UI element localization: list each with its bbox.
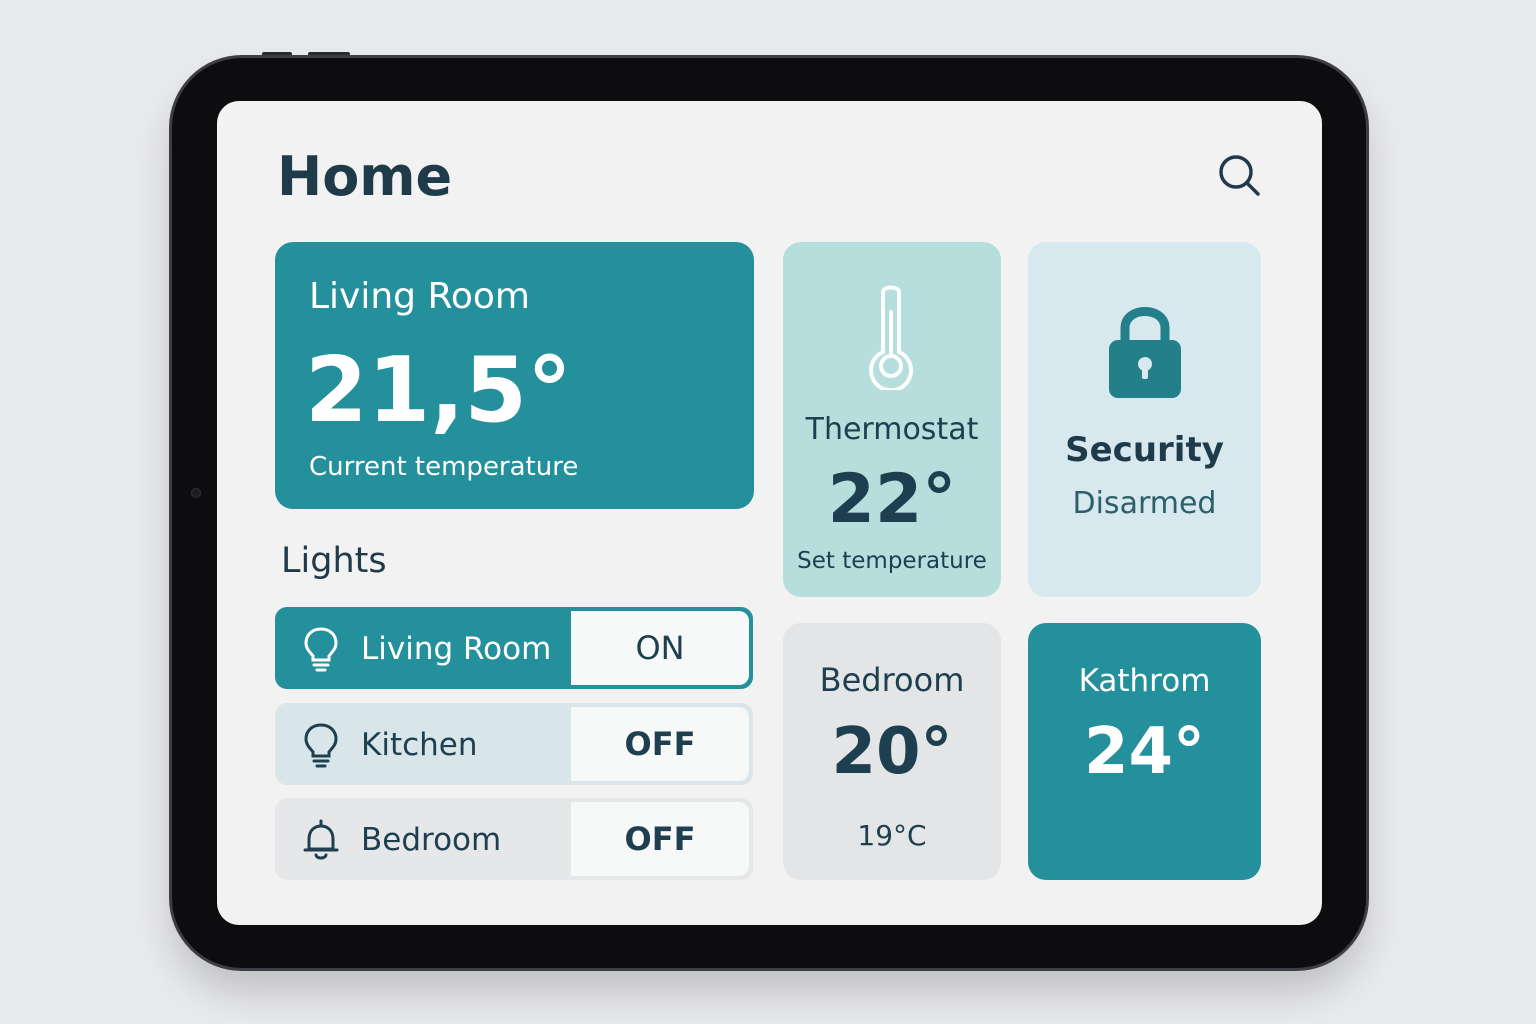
light-row-bedroom[interactable]: Bedroom OFF [275,798,753,880]
bell-icon [303,819,339,860]
lightbulb-icon [304,723,338,768]
lock-icon [1109,307,1181,398]
light-toggle-bedroom[interactable]: OFF [571,802,749,876]
security-status: Disarmed [1072,486,1217,521]
bedroom-secondary-temperature: 19°C [857,819,927,852]
living-room-card-title: Living Room [309,276,530,317]
security-card[interactable]: Security Disarmed [1028,242,1261,597]
bedroom-title: Bedroom [819,661,965,699]
thermostat-card[interactable]: Thermostat 22° Set temperature [783,242,1001,597]
bathroom-card[interactable]: Kathrom 24° [1028,623,1261,880]
page-title: Home [277,145,453,208]
bathroom-temperature: 24° [1083,715,1206,789]
current-temperature-label: Current temperature [309,452,579,482]
living-room-temperature: 21,5° [305,338,573,443]
bedroom-temperature: 20° [831,715,953,789]
thermostat-title: Thermostat [805,412,979,447]
camera [191,488,201,498]
lights-heading: Lights [281,541,387,581]
security-title: Security [1065,430,1224,470]
living-room-temperature-card[interactable]: Living Room 21,5° Current temperature [275,242,754,509]
thermostat-temperature: 22° [827,460,957,539]
bedroom-card[interactable]: Bedroom 20° 19°C [783,623,1001,880]
light-label: Bedroom [361,822,502,858]
light-row-living-room[interactable]: Living Room ON [275,607,753,689]
light-toggle-living-room[interactable]: ON [571,611,749,685]
light-label: Living Room [361,631,552,667]
set-temperature-label: Set temperature [797,548,987,574]
light-row-kitchen[interactable]: Kitchen OFF [275,703,753,785]
light-toggle-kitchen[interactable]: OFF [571,707,749,781]
thermometer-icon [869,285,913,390]
screen: Home Living Room 21,5° Current temperatu… [217,101,1322,925]
bathroom-title: Kathrom [1078,663,1211,699]
lightbulb-icon [304,627,338,672]
device-button [262,52,292,56]
search-icon[interactable] [1217,153,1261,197]
device-button [308,52,350,56]
light-label: Kitchen [361,727,478,763]
